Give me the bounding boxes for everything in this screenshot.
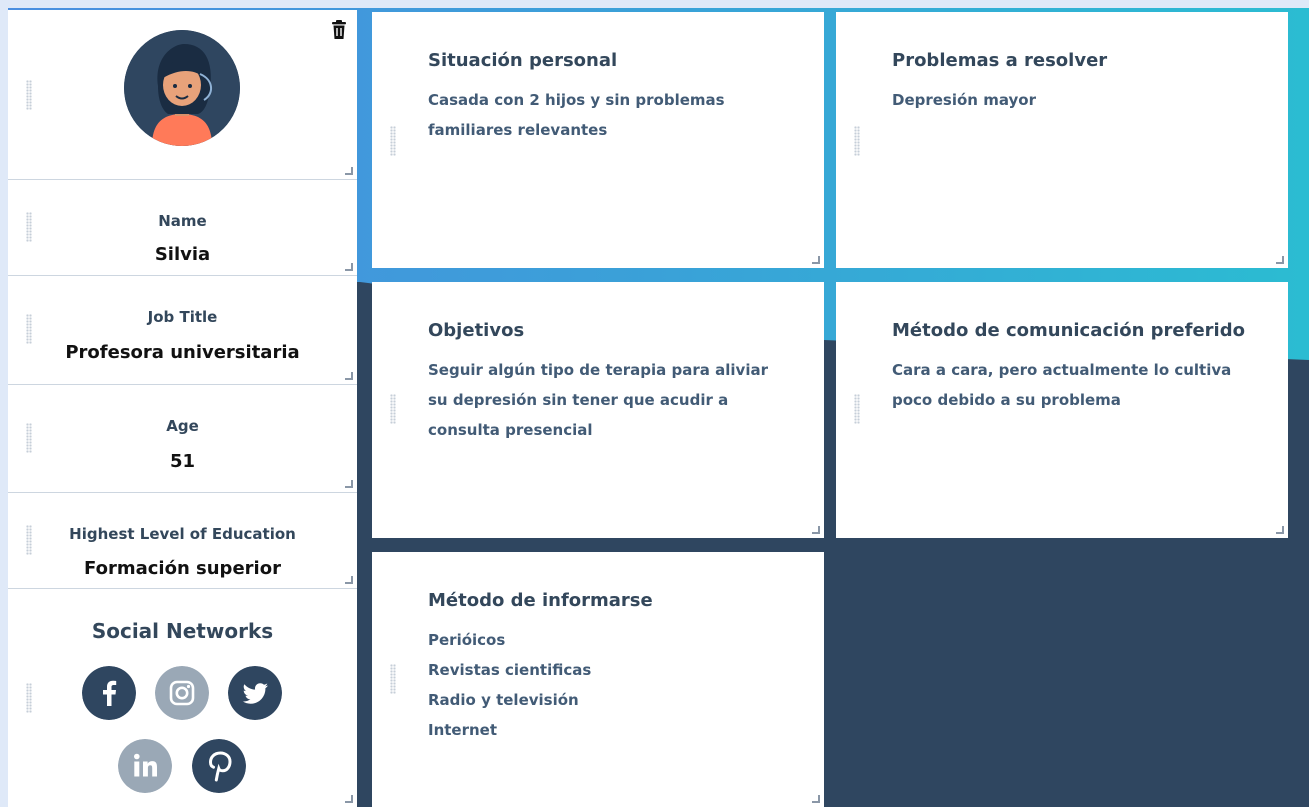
card-body-line: Radio y televisión	[428, 691, 579, 709]
job-title-value: Profesora universitaria	[65, 342, 300, 363]
card-body: Depresión mayor	[892, 85, 1036, 115]
education-value: Formación superior	[84, 558, 281, 579]
social-networks-title: Social Networks	[91, 619, 274, 643]
card-body-line: Perióicos	[428, 631, 506, 649]
resize-handle-icon[interactable]	[812, 795, 820, 803]
resize-handle-icon[interactable]	[345, 167, 353, 175]
name-value: Silvia	[154, 244, 211, 265]
card-body-line: Seguir algún tipo de terapia para alivia…	[428, 361, 768, 379]
name-label: Name	[158, 212, 207, 230]
card-title: Situación personal	[428, 50, 618, 71]
age-label: Age	[166, 417, 199, 435]
card-body-line: familiares relevantes	[428, 121, 608, 139]
job-title-label: Job Title	[147, 308, 218, 326]
card-body: Perióicos Revistas cientificas Radio y t…	[428, 625, 591, 745]
card-problemas-a-resolver[interactable]: Problemas a resolver Depresión mayor	[836, 12, 1288, 268]
resize-handle-icon[interactable]	[345, 480, 353, 488]
card-body-line: Cara a cara, pero actualmente lo cultiva	[892, 361, 1232, 379]
drag-handle-icon[interactable]	[390, 664, 396, 694]
persona-canvas: Name Silvia Job Title Profesora universi…	[0, 0, 1309, 807]
profile-sidebar: Name Silvia Job Title Profesora universi…	[8, 10, 357, 807]
frame-left	[0, 0, 8, 807]
resize-handle-icon[interactable]	[1276, 526, 1284, 534]
frame-top	[0, 0, 1309, 8]
trash-icon[interactable]	[331, 20, 347, 40]
resize-handle-icon[interactable]	[345, 263, 353, 271]
card-body: Casada con 2 hijos y sin problemas famil…	[428, 85, 725, 145]
card-situacion-personal[interactable]: Situación personal Casada con 2 hijos y …	[372, 12, 824, 268]
card-title: Objetivos	[428, 320, 525, 341]
card-body: Cara a cara, pero actualmente lo cultiva…	[892, 355, 1231, 415]
name-section[interactable]: Name Silvia	[8, 180, 357, 276]
card-metodo-comunicacion[interactable]: Método de comunicación preferido Cara a …	[836, 282, 1288, 538]
drag-handle-icon[interactable]	[26, 80, 32, 110]
social-networks-section[interactable]: Social Networks	[8, 589, 357, 807]
drag-handle-icon[interactable]	[390, 394, 396, 424]
card-body-line: Revistas cientificas	[428, 661, 592, 679]
drag-handle-icon[interactable]	[854, 126, 860, 156]
card-body-line: consulta presencial	[428, 421, 593, 439]
card-body: Seguir algún tipo de terapia para alivia…	[428, 355, 768, 445]
card-body-line: su depresión sin tener que acudir a	[428, 391, 729, 409]
avatar	[124, 30, 240, 146]
card-title: Problemas a resolver	[892, 50, 1108, 71]
linkedin-icon[interactable]	[118, 739, 172, 793]
card-objetivos[interactable]: Objetivos Seguir algún tipo de terapia p…	[372, 282, 824, 538]
resize-handle-icon[interactable]	[345, 795, 353, 803]
resize-handle-icon[interactable]	[345, 576, 353, 584]
drag-handle-icon[interactable]	[26, 683, 32, 713]
twitter-icon[interactable]	[228, 666, 282, 720]
avatar-section[interactable]	[8, 10, 357, 180]
resize-handle-icon[interactable]	[345, 372, 353, 380]
resize-handle-icon[interactable]	[1276, 256, 1284, 264]
instagram-icon[interactable]	[155, 666, 209, 720]
card-title: Método de informarse	[428, 590, 653, 611]
drag-handle-icon[interactable]	[854, 394, 860, 424]
facebook-icon[interactable]	[82, 666, 136, 720]
card-body-line: Depresión mayor	[892, 91, 1036, 109]
card-metodo-informarse[interactable]: Método de informarse Perióicos Revistas …	[372, 552, 824, 807]
card-body-line: Internet	[428, 721, 498, 739]
card-title: Método de comunicación preferido	[892, 320, 1245, 341]
card-body-line: Casada con 2 hijos y sin problemas	[428, 91, 725, 109]
age-section[interactable]: Age 51	[8, 385, 357, 493]
age-value: 51	[169, 451, 196, 472]
card-body-line: poco debido a su problema	[892, 391, 1121, 409]
resize-handle-icon[interactable]	[812, 256, 820, 264]
drag-handle-icon[interactable]	[390, 126, 396, 156]
education-label: Highest Level of Education	[69, 525, 296, 543]
resize-handle-icon[interactable]	[812, 526, 820, 534]
job-title-section[interactable]: Job Title Profesora universitaria	[8, 276, 357, 385]
education-section[interactable]: Highest Level of Education Formación sup…	[8, 493, 357, 589]
pinterest-icon[interactable]	[192, 739, 246, 793]
